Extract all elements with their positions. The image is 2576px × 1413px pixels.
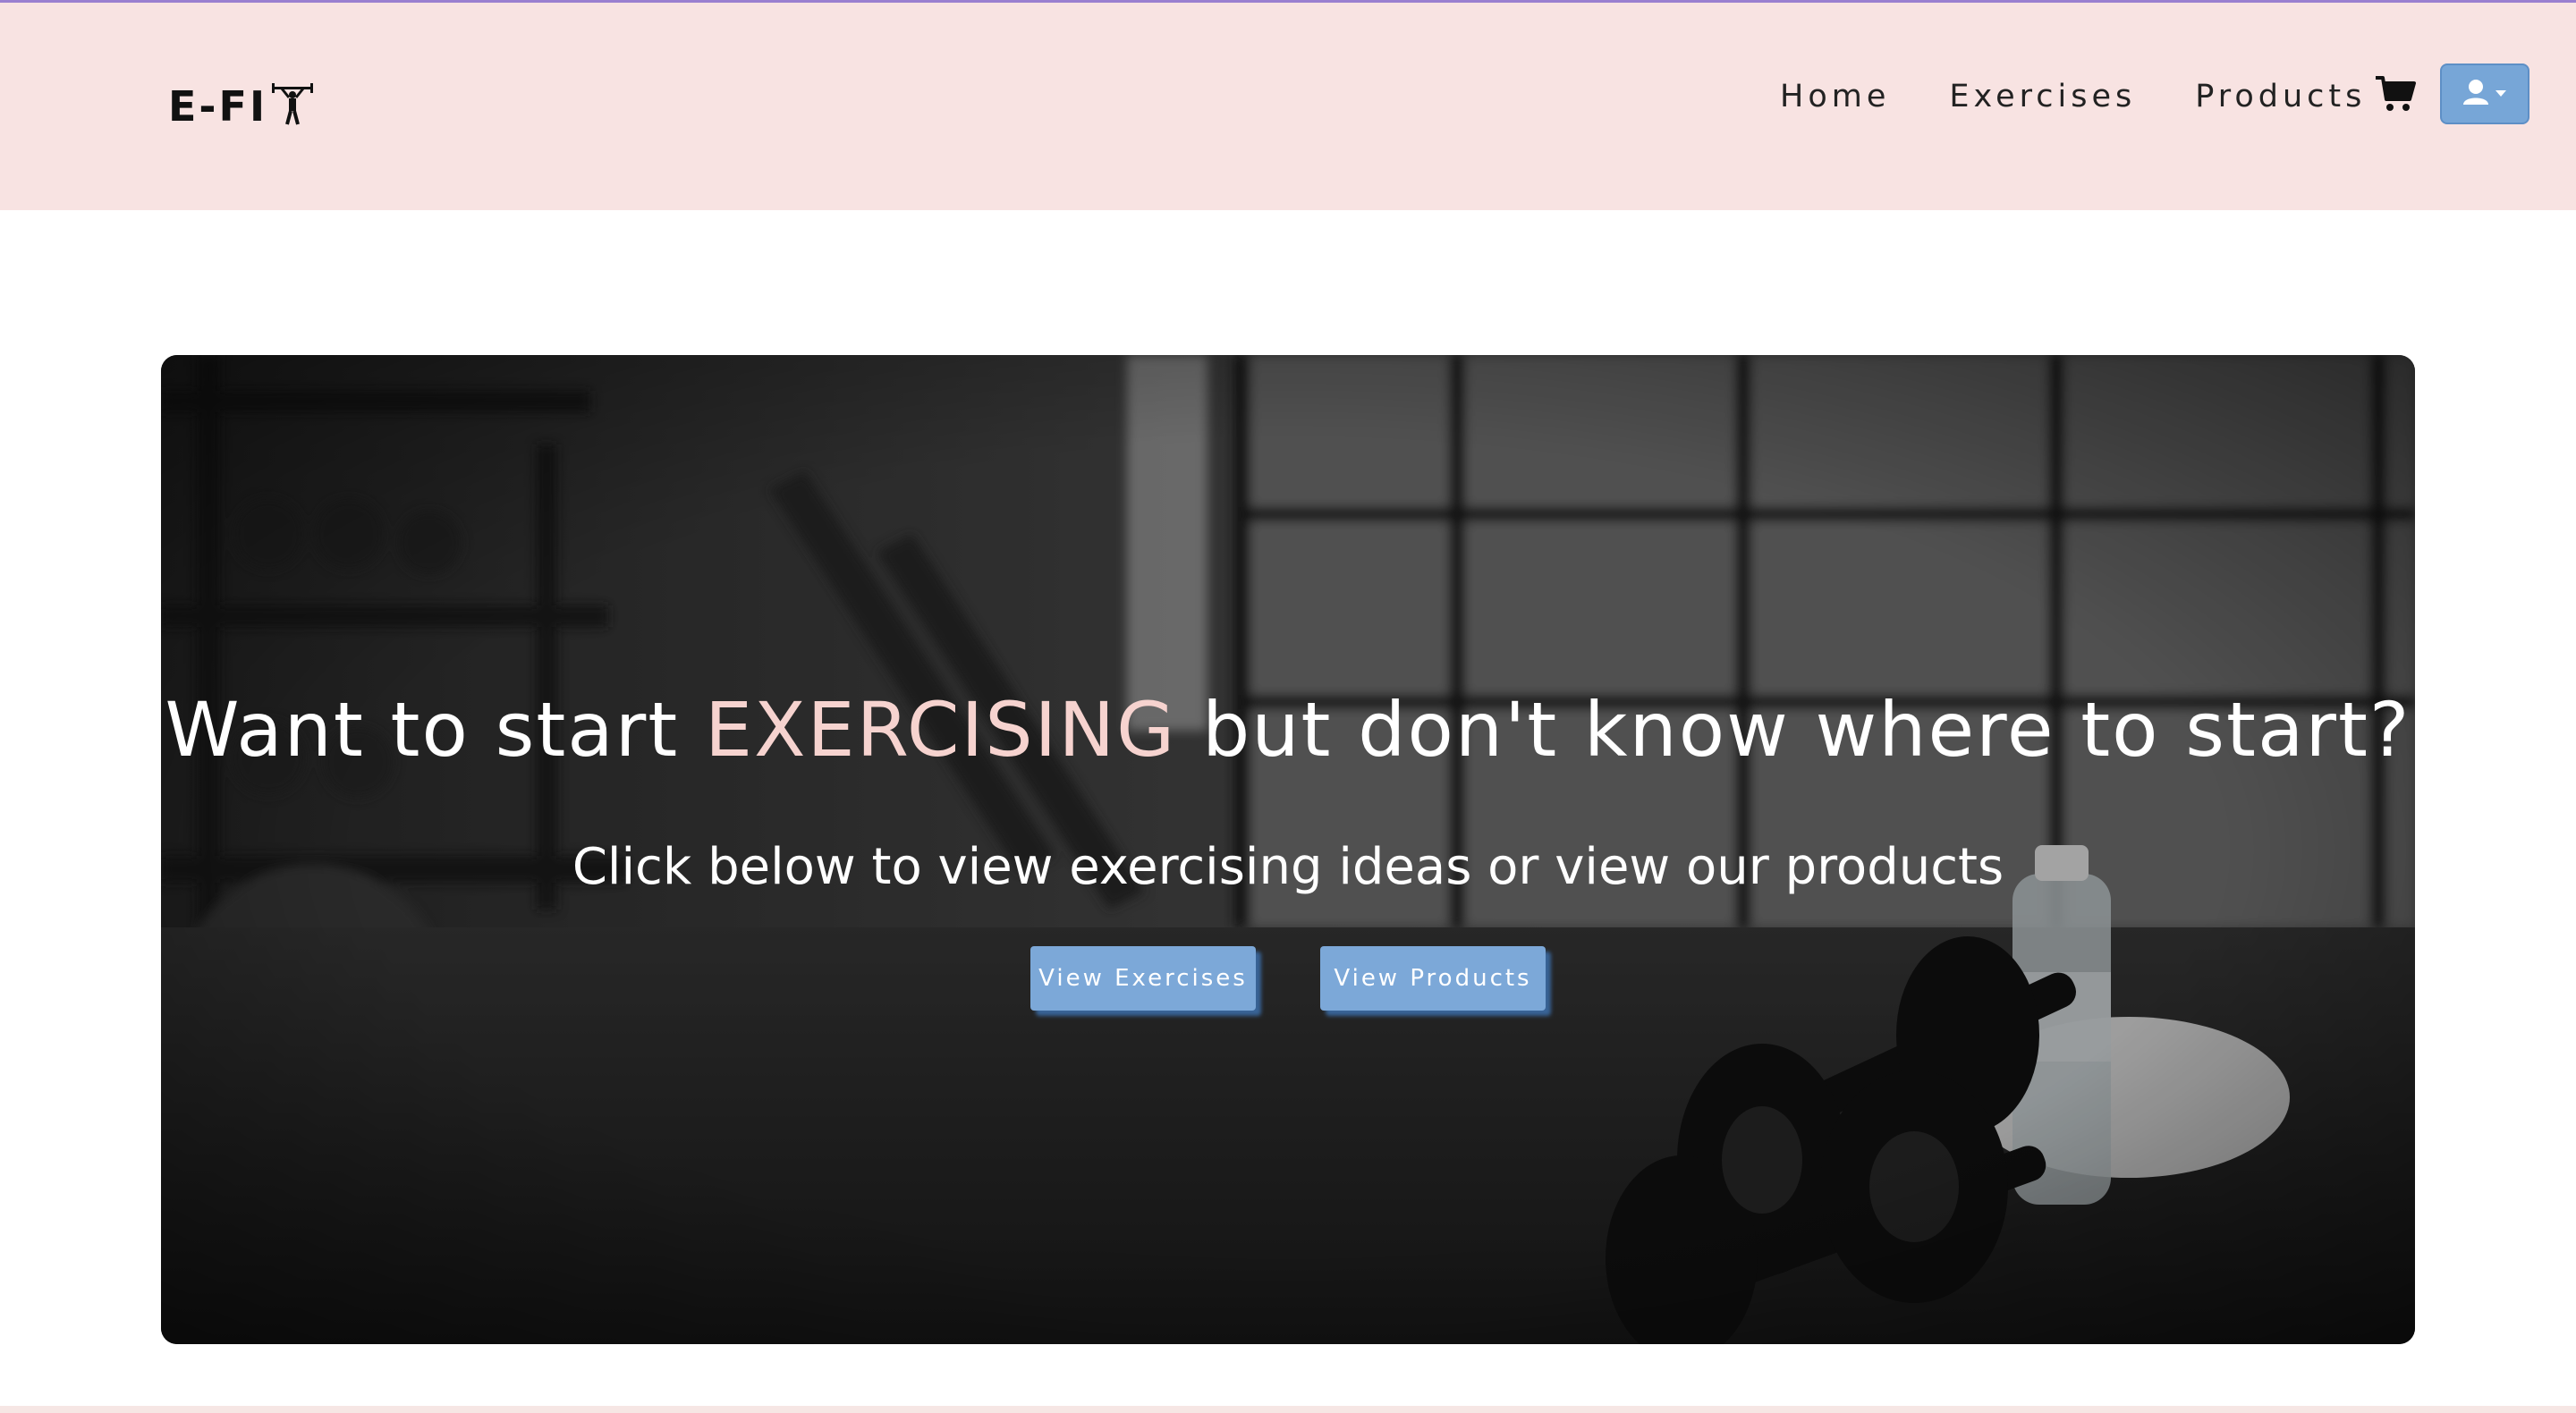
user-menu-button[interactable] [2440, 63, 2529, 124]
hero-title: Want to start EXERCISING but don't know … [161, 686, 2415, 774]
view-products-button[interactable]: View Products [1320, 946, 1546, 1011]
weightlifter-icon [272, 83, 314, 125]
hero-subtitle: Click below to view exercising ideas or … [572, 838, 2004, 896]
hero-title-end: but don't know where to start? [1176, 686, 2411, 774]
hero-title-accent: EXERCISING [704, 686, 1177, 774]
hero-banner: Want to start EXERCISING but don't know … [161, 355, 2415, 1344]
chevron-down-icon [2496, 90, 2506, 97]
navbar: E-FI Home Exercises Products [0, 3, 2576, 210]
nav-links: Home Exercises Products [1780, 65, 2366, 128]
nav-home-link[interactable]: Home [1780, 79, 1890, 114]
user-icon [2463, 80, 2506, 105]
cart-icon[interactable] [2374, 72, 2417, 115]
view-exercises-button[interactable]: View Exercises [1030, 946, 1256, 1011]
hero-title-start: Want to start [165, 686, 705, 774]
brand-text: E-FI [168, 82, 268, 131]
brand-logo[interactable]: E-FI [168, 78, 316, 135]
nav-products-link[interactable]: Products [2195, 79, 2366, 114]
footer-edge [0, 1406, 2576, 1413]
nav-exercises-link[interactable]: Exercises [1949, 79, 2136, 114]
